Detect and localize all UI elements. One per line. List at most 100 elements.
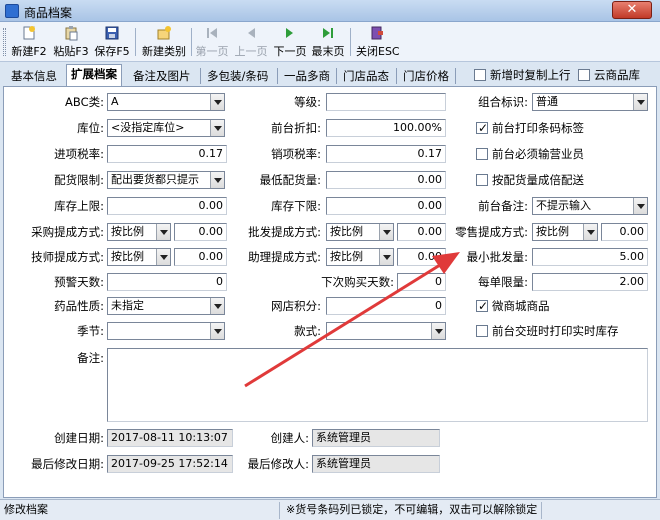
paste-button[interactable]: 粘贴F3: [52, 25, 90, 60]
creator-label: 创建人:: [270, 431, 309, 445]
toolbar-grip[interactable]: [3, 28, 6, 56]
tab-basic-info[interactable]: 基本信息: [6, 66, 62, 86]
chevron-down-icon[interactable]: [431, 323, 445, 339]
warn-days-field[interactable]: 0: [107, 273, 227, 291]
combo-flag-select[interactable]: 普通: [532, 93, 648, 111]
style-select[interactable]: [326, 322, 446, 340]
front-discount-label: 前台折扣:: [271, 121, 321, 135]
tab-separator: [396, 68, 397, 84]
season-label: 季节:: [77, 324, 104, 338]
min-batch-field[interactable]: 5.00: [532, 248, 648, 266]
next-page-button[interactable]: 下一页: [272, 25, 308, 60]
next-buy-days-field[interactable]: 0: [397, 273, 446, 291]
modifier-label: 最后修改人:: [247, 457, 309, 471]
stock-min-field[interactable]: 0.00: [326, 197, 446, 215]
tab-notes-images[interactable]: 备注及图片: [128, 66, 196, 86]
purchase-comm-mode-select[interactable]: 按比例: [107, 223, 171, 241]
assist-comm-mode-select[interactable]: 按比例: [326, 248, 394, 266]
last-page-button[interactable]: 最末页: [310, 25, 346, 60]
assist-comm-field[interactable]: 0.00: [397, 248, 446, 266]
wechat-mall-checkbox[interactable]: 微商城商品: [476, 298, 550, 314]
input-tax-label: 进项税率:: [54, 147, 104, 161]
front-discount-field[interactable]: 100.00%: [326, 119, 446, 137]
purchase-comm-field[interactable]: 0.00: [174, 223, 227, 241]
stock-max-field[interactable]: 0.00: [107, 197, 227, 215]
exit-icon: [371, 26, 383, 40]
multiple-dist-checkbox[interactable]: 按配货量成倍配送: [476, 172, 584, 188]
chevron-down-icon[interactable]: [379, 249, 393, 265]
chevron-down-icon[interactable]: [156, 224, 170, 240]
print-barcode-checkbox[interactable]: 前台打印条码标签: [476, 120, 584, 136]
tab-separator: [455, 68, 456, 84]
chevron-down-icon[interactable]: [633, 198, 647, 214]
online-points-field[interactable]: 0: [326, 297, 446, 315]
modifier-field: 系统管理员: [312, 455, 440, 473]
shift-print-checkbox[interactable]: 前台交班时打印实时库存: [476, 323, 619, 339]
chevron-down-icon[interactable]: [633, 94, 647, 110]
prev-page-button[interactable]: 上一页: [233, 25, 269, 60]
new-button[interactable]: 新建F2: [10, 25, 48, 60]
checkbox-box[interactable]: [474, 69, 486, 81]
abc-select[interactable]: A: [107, 93, 225, 111]
first-page-button[interactable]: 第一页: [194, 25, 230, 60]
checkbox-box[interactable]: [476, 298, 488, 314]
location-select[interactable]: <没指定库位>: [107, 119, 225, 137]
drug-nature-select[interactable]: 未指定: [107, 297, 225, 315]
warn-days-label: 预警天数:: [54, 275, 104, 289]
checkbox-box[interactable]: [476, 120, 488, 136]
order-limit-label: 每单限量:: [478, 275, 528, 289]
first-page-icon: [207, 28, 217, 38]
order-limit-field[interactable]: 2.00: [532, 273, 648, 291]
tab-multi-package[interactable]: 多包装/条码: [202, 66, 273, 86]
checkbox-box[interactable]: [476, 174, 488, 186]
input-tax-field[interactable]: 0.17: [107, 145, 227, 163]
drug-nature-label: 药品性质:: [54, 299, 104, 313]
chevron-down-icon[interactable]: [583, 224, 597, 240]
tab-store-status[interactable]: 门店品态: [338, 66, 394, 86]
copy-on-add-checkbox[interactable]: 新增时复制上行: [474, 67, 571, 83]
cloud-product-checkbox[interactable]: 云商品库: [578, 67, 640, 83]
chevron-down-icon[interactable]: [210, 298, 224, 314]
tab-multi-vendor[interactable]: 一品多商: [279, 66, 335, 86]
paste-icon: [65, 26, 78, 41]
chevron-down-icon[interactable]: [156, 249, 170, 265]
remark-textarea[interactable]: [107, 348, 648, 422]
tab-extended-archive[interactable]: 扩展档案: [66, 64, 122, 87]
chevron-down-icon[interactable]: [210, 323, 224, 339]
retail-comm-mode-select[interactable]: 按比例: [532, 223, 598, 241]
min-dist-field[interactable]: 0.00: [326, 171, 446, 189]
window-close-button[interactable]: ✕: [612, 1, 652, 19]
checkbox-box[interactable]: [578, 69, 590, 81]
wholesale-comm-field[interactable]: 0.00: [397, 223, 446, 241]
retail-comm-field[interactable]: 0.00: [601, 223, 648, 241]
front-note-select[interactable]: 不提示输入: [532, 197, 648, 215]
checkbox-box[interactable]: [476, 148, 488, 160]
location-label: 库位:: [77, 121, 104, 135]
grade-field[interactable]: [326, 93, 446, 111]
close-button[interactable]: 关闭ESC: [356, 25, 400, 60]
wholesale-comm-mode-select[interactable]: 按比例: [326, 223, 394, 241]
wholesale-comm-label: 批发提成方式:: [248, 225, 321, 239]
chevron-down-icon[interactable]: [210, 94, 224, 110]
stock-min-label: 库存下限:: [271, 199, 321, 213]
min-batch-label: 最小批发量:: [466, 250, 528, 264]
save-button[interactable]: 保存F5: [93, 25, 131, 60]
must-salesman-checkbox[interactable]: 前台必须输营业员: [476, 146, 584, 162]
chevron-down-icon[interactable]: [210, 120, 224, 136]
chevron-down-icon[interactable]: [210, 172, 224, 188]
chevron-down-icon[interactable]: [379, 224, 393, 240]
tab-separator: [277, 68, 278, 84]
season-select[interactable]: [107, 322, 225, 340]
tech-comm-field[interactable]: 0.00: [174, 248, 227, 266]
dist-limit-select[interactable]: 配出要货都只提示: [107, 171, 225, 189]
status-bar: 修改档案 ※货号条码列已锁定，不可编辑，双击可以解除锁定: [0, 499, 660, 520]
output-tax-field[interactable]: 0.17: [326, 145, 446, 163]
remark-label: 备注:: [77, 351, 104, 365]
grade-label: 等级:: [294, 95, 321, 109]
new-category-icon: [157, 26, 171, 40]
tech-comm-mode-select[interactable]: 按比例: [107, 248, 171, 266]
new-category-button[interactable]: 新建类别: [140, 25, 188, 60]
checkbox-box[interactable]: [476, 325, 488, 337]
tab-store-price[interactable]: 门店价格: [398, 66, 454, 86]
next-page-icon: [286, 28, 293, 38]
